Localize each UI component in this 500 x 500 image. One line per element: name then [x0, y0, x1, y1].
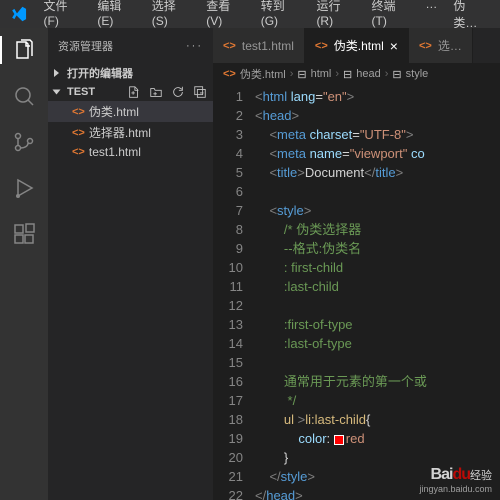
html-file-icon: <>	[223, 68, 236, 80]
html-file-icon: <>	[315, 40, 328, 52]
search-icon[interactable]	[10, 82, 38, 110]
file-item[interactable]: <> test1.html	[48, 143, 213, 161]
file-item[interactable]: <> 伪类.html	[48, 101, 213, 122]
file-item[interactable]: <> 选择器.html	[48, 122, 213, 143]
more-icon[interactable]: ···	[186, 40, 203, 52]
breadcrumb-item[interactable]: html	[311, 68, 332, 80]
html-file-icon: <>	[72, 146, 85, 158]
run-debug-icon[interactable]	[10, 174, 38, 202]
refresh-icon[interactable]	[171, 85, 185, 99]
close-icon[interactable]: ×	[390, 38, 398, 54]
editor-area: <> test1.html <> 伪类.html × <> 选… <> 伪类.html › …	[213, 28, 500, 500]
editor-tab[interactable]: <> test1.html	[213, 28, 305, 63]
brace-icon: ⊟	[343, 68, 352, 81]
explorer-sidebar: 资源管理器 ··· 打开的编辑器 TEST <> 伪类.html <> 选择器.htm…	[48, 28, 213, 500]
folder-name: TEST	[67, 86, 95, 98]
new-folder-icon[interactable]	[149, 85, 163, 99]
code-editor[interactable]: 12345678910111213141516171819202122 <htm…	[213, 85, 500, 500]
brace-icon: ⊟	[297, 68, 306, 81]
tab-label: 选…	[438, 37, 462, 54]
vscode-logo-icon	[10, 5, 28, 23]
open-editors-label: 打开的编辑器	[67, 65, 133, 81]
html-file-icon: <>	[72, 106, 85, 118]
sidebar-title: 资源管理器	[58, 38, 113, 54]
open-editors-section[interactable]: 打开的编辑器	[48, 63, 213, 83]
menubar: 文件(F)编辑(E)选择(S)查看(V)转到(G)运行(R)终端(T)…伪类…	[0, 0, 500, 28]
file-name: 伪类.html	[89, 103, 139, 120]
brace-icon: ⊟	[392, 68, 401, 81]
breadcrumb-item[interactable]: style	[406, 68, 429, 80]
code-content[interactable]: <html lang="en"><head> <meta charset="UT…	[255, 85, 500, 500]
collapse-icon[interactable]	[193, 85, 207, 99]
new-file-icon[interactable]	[127, 85, 141, 99]
explorer-icon[interactable]	[0, 36, 46, 64]
extensions-icon[interactable]	[10, 220, 38, 248]
breadcrumb-item[interactable]: 伪类.html	[240, 66, 286, 82]
folder-section[interactable]: TEST	[48, 83, 213, 101]
breadcrumbs[interactable]: <> 伪类.html › ⊟ html › ⊟ head › ⊟ style	[213, 63, 500, 85]
chevron-right-icon	[54, 69, 59, 77]
chevron-down-icon	[53, 90, 61, 95]
tab-bar: <> test1.html <> 伪类.html × <> 选…	[213, 28, 500, 63]
tab-label: 伪类.html	[334, 37, 384, 54]
activity-bar	[0, 28, 48, 500]
html-file-icon: <>	[223, 40, 236, 52]
line-gutter: 12345678910111213141516171819202122	[213, 85, 255, 500]
html-file-icon: <>	[419, 40, 432, 52]
tab-label: test1.html	[242, 39, 294, 53]
editor-tab[interactable]: <> 选…	[409, 28, 473, 63]
file-name: test1.html	[89, 145, 141, 159]
source-control-icon[interactable]	[10, 128, 38, 156]
html-file-icon: <>	[72, 127, 85, 139]
editor-tab[interactable]: <> 伪类.html ×	[305, 28, 409, 63]
watermark: Baidu经验 jingyan.baidu.com	[419, 466, 492, 494]
file-name: 选择器.html	[89, 124, 151, 141]
breadcrumb-item[interactable]: head	[356, 68, 380, 80]
